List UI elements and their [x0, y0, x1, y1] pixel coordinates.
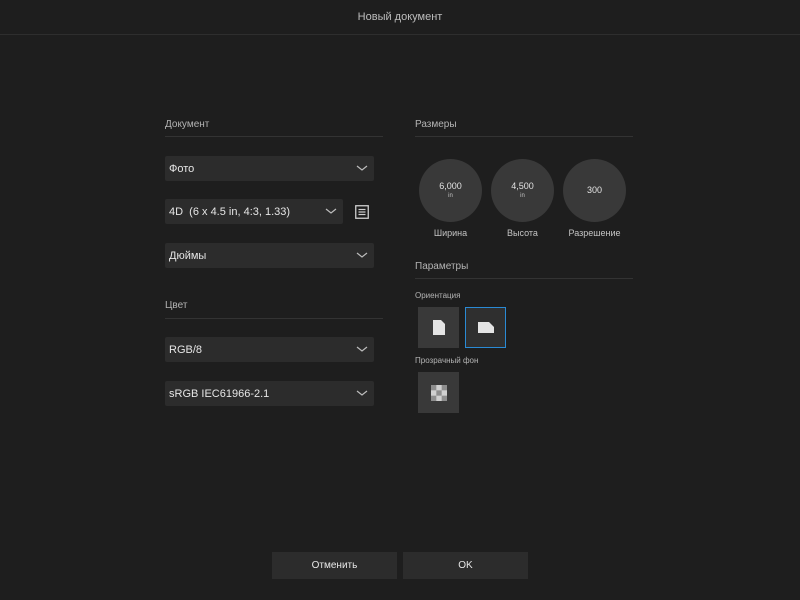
height-label: Высота [507, 228, 538, 238]
cancel-button[interactable]: Отменить [272, 552, 397, 579]
orientation-label: Ориентация [415, 291, 461, 300]
height-dial[interactable]: 4,500 in [491, 159, 554, 222]
height-value: 4,500 [511, 181, 534, 191]
resolution-dial[interactable]: 300 [563, 159, 626, 222]
chevron-down-icon [356, 390, 368, 396]
document-preset-value: 4D (6 x 4.5 in, 4:3, 1.33) [169, 205, 291, 218]
chevron-down-icon [356, 346, 368, 352]
chevron-down-icon [356, 252, 368, 258]
document-section-divider [165, 136, 383, 137]
resolution-value: 300 [586, 185, 603, 195]
color-mode-dropdown[interactable]: RGB/8 [165, 337, 374, 362]
size-section-divider [415, 136, 633, 137]
document-type-dropdown[interactable]: Фото [165, 156, 374, 181]
color-mode-value: RGB/8 [169, 343, 203, 356]
width-unit: in [448, 193, 453, 199]
width-label: Ширина [433, 228, 468, 238]
chevron-down-icon [356, 165, 368, 171]
dialog-header: Новый документ [0, 0, 800, 35]
document-type-value: Фото [169, 162, 195, 175]
params-section-title: Параметры [415, 261, 469, 272]
color-section-divider [165, 318, 383, 319]
portrait-page-icon [432, 320, 445, 335]
params-section-divider [415, 278, 633, 279]
height-unit: in [520, 193, 525, 199]
list-icon [355, 205, 369, 219]
width-value: 6,000 [439, 181, 462, 191]
size-section-title: Размеры [415, 119, 457, 130]
color-profile-value: sRGB IEC61966-2.1 [169, 387, 270, 400]
checkerboard-icon [430, 384, 447, 401]
color-section-title: Цвет [165, 300, 188, 311]
width-dial[interactable]: 6,000 in [419, 159, 482, 222]
ok-button-label: OK [458, 560, 473, 571]
orientation-portrait-button[interactable] [418, 307, 459, 348]
cancel-button-label: Отменить [311, 560, 358, 571]
transparent-bg-toggle[interactable] [418, 372, 459, 413]
preset-details-button[interactable] [353, 203, 371, 221]
units-dropdown[interactable]: Дюймы [165, 243, 374, 268]
orientation-landscape-button[interactable] [465, 307, 506, 348]
chevron-down-icon [325, 208, 337, 214]
ok-button[interactable]: OK [403, 552, 528, 579]
dialog-title: Новый документ [357, 11, 443, 23]
color-profile-dropdown[interactable]: sRGB IEC61966-2.1 [165, 381, 374, 406]
document-preset-dropdown[interactable]: 4D (6 x 4.5 in, 4:3, 1.33) [165, 199, 343, 224]
transparent-bg-label: Прозрачный фон [415, 356, 479, 365]
resolution-label: Разрешение [568, 228, 621, 238]
units-value: Дюймы [169, 249, 207, 262]
document-section-title: Документ [165, 119, 210, 130]
landscape-page-icon [477, 322, 494, 333]
